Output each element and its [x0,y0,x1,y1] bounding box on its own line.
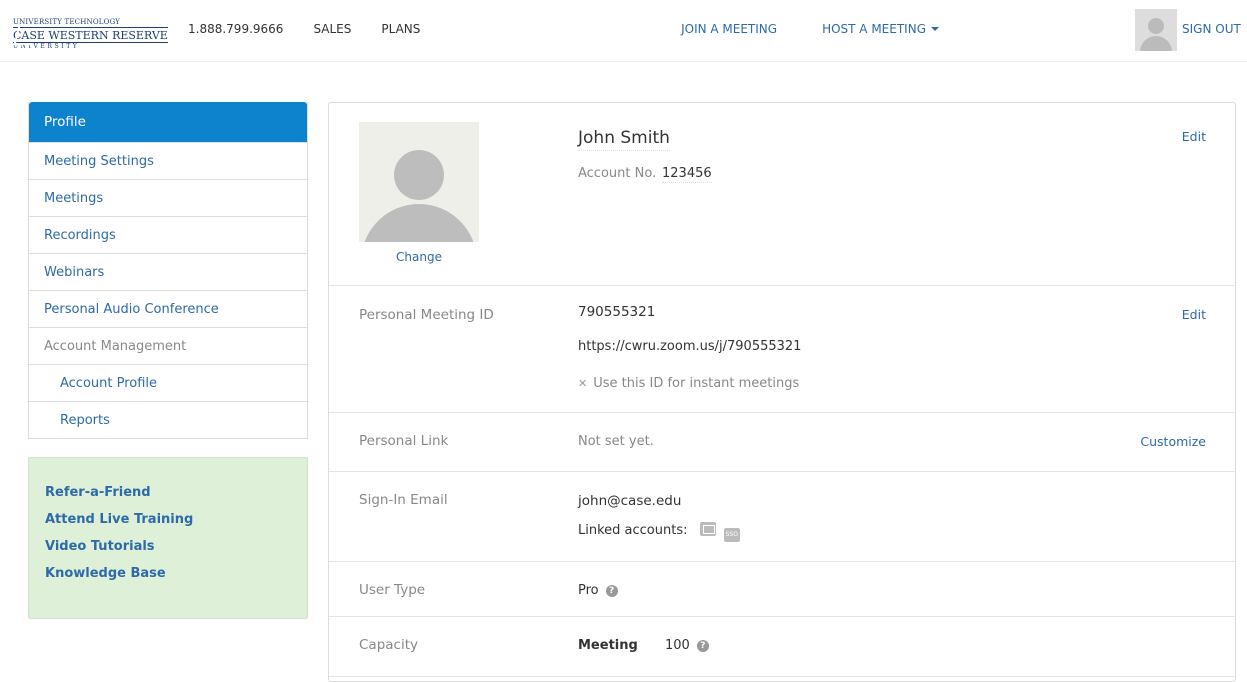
customize-link[interactable]: Customize [1140,434,1206,449]
nav-plans[interactable]: PLANS [381,22,420,36]
profile-row: Change John Smith Account No. 123456 Edi… [329,103,1235,286]
top-header: UNIVERSITY TECHNOLOGY CASE WESTERN RESER… [0,0,1247,62]
cwru-logo[interactable]: UNIVERSITY TECHNOLOGY CASE WESTERN RESER… [10,16,168,52]
header-nav-left: 1.888.799.9666 SALES PLANS [188,22,420,36]
sidebar-item-reports[interactable]: Reports [29,401,307,438]
join-meeting-link[interactable]: JOIN A MEETING [681,22,777,36]
logo-line2: CASE WESTERN RESERVE [13,28,168,43]
change-photo-link[interactable]: Change [359,250,479,264]
personal-link-value: Not set yet. [578,434,654,449]
pmi-label: Personal Meeting ID [359,307,494,323]
linked-accounts: Linked accounts: SSO [578,522,740,542]
capacity-meeting-value: 100 [665,638,690,653]
logo-line3: UNIVERSITY [13,42,80,50]
capacity-label: Capacity [359,637,418,653]
edit-pmi-link[interactable]: Edit [1182,307,1206,322]
capacity-row: Capacity Meeting 100? [329,617,1235,677]
help-icon[interactable]: ? [605,585,618,597]
user-type-row: User Type Pro? [329,562,1235,617]
help-links-box: Refer-a-Friend Attend Live Training Vide… [28,457,308,619]
instant-meetings-text: Use this ID for instant meetings [593,376,800,391]
user-type-value-wrap: Pro? [578,583,618,598]
sidebar-item-webinars[interactable]: Webinars [29,253,307,290]
sidebar-item-personal-audio-conference[interactable]: Personal Audio Conference [29,290,307,327]
sidebar-item-account-profile[interactable]: Account Profile [29,364,307,401]
sidebar-item-meetings[interactable]: Meetings [29,179,307,216]
sidebar-section-account-management: Account Management [29,327,307,364]
mail-icon [699,522,716,536]
personal-link-row: Personal Link Not set yet. Customize [329,413,1235,472]
linked-accounts-label: Linked accounts: [578,523,688,538]
sidebar-item-recordings[interactable]: Recordings [29,216,307,253]
sidebar-item-meeting-settings[interactable]: Meeting Settings [29,142,307,179]
sign-in-email-value: john@case.edu [578,493,682,509]
close-icon: ✕ [578,377,588,390]
sidebar-nav: Profile Meeting Settings Meetings Record… [28,102,308,439]
capacity-meeting-value-wrap: 100? [665,638,709,653]
personal-link-label: Personal Link [359,433,449,449]
profile-photo[interactable] [359,122,479,242]
account-number-value: 123456 [662,166,712,183]
user-type-value: Pro [578,583,599,598]
sign-out-link[interactable]: SIGN OUT [1182,22,1241,36]
edit-profile-link[interactable]: Edit [1182,129,1206,144]
profile-panel: Change John Smith Account No. 123456 Edi… [328,102,1236,682]
user-avatar[interactable] [1135,9,1177,51]
phone-number: 1.888.799.9666 [188,22,284,36]
nav-sales[interactable]: SALES [313,22,351,36]
header-nav-right: JOIN A MEETING HOST A MEETING [681,22,959,36]
user-type-label: User Type [359,582,426,598]
refer-a-friend-link[interactable]: Refer-a-Friend [45,485,307,500]
video-tutorials-link[interactable]: Video Tutorials [45,539,307,554]
attend-live-training-link[interactable]: Attend Live Training [45,512,307,527]
host-meeting-label: HOST A MEETING [822,22,926,36]
sign-in-email-label: Sign-In Email [359,492,448,508]
user-name: John Smith [578,128,670,151]
pmi-url: https://cwru.zoom.us/j/790555321 [578,339,802,354]
sso-icon: SSO [723,528,740,542]
host-meeting-dropdown[interactable]: HOST A MEETING [822,22,939,36]
capacity-meeting-label: Meeting [578,638,638,653]
pmi-value: 790555321 [578,304,656,320]
sign-in-email-row: Sign-In Email john@case.edu Linked accou… [329,472,1235,562]
sidebar-item-profile[interactable]: Profile [29,102,307,142]
knowledge-base-link[interactable]: Knowledge Base [45,566,307,581]
personal-meeting-id-row: Personal Meeting ID 790555321 https://cw… [329,286,1235,413]
instant-meetings-option: ✕ Use this ID for instant meetings [578,376,799,391]
chevron-down-icon [931,27,939,31]
help-icon[interactable]: ? [696,640,709,652]
account-number-label: Account No. [578,166,657,181]
